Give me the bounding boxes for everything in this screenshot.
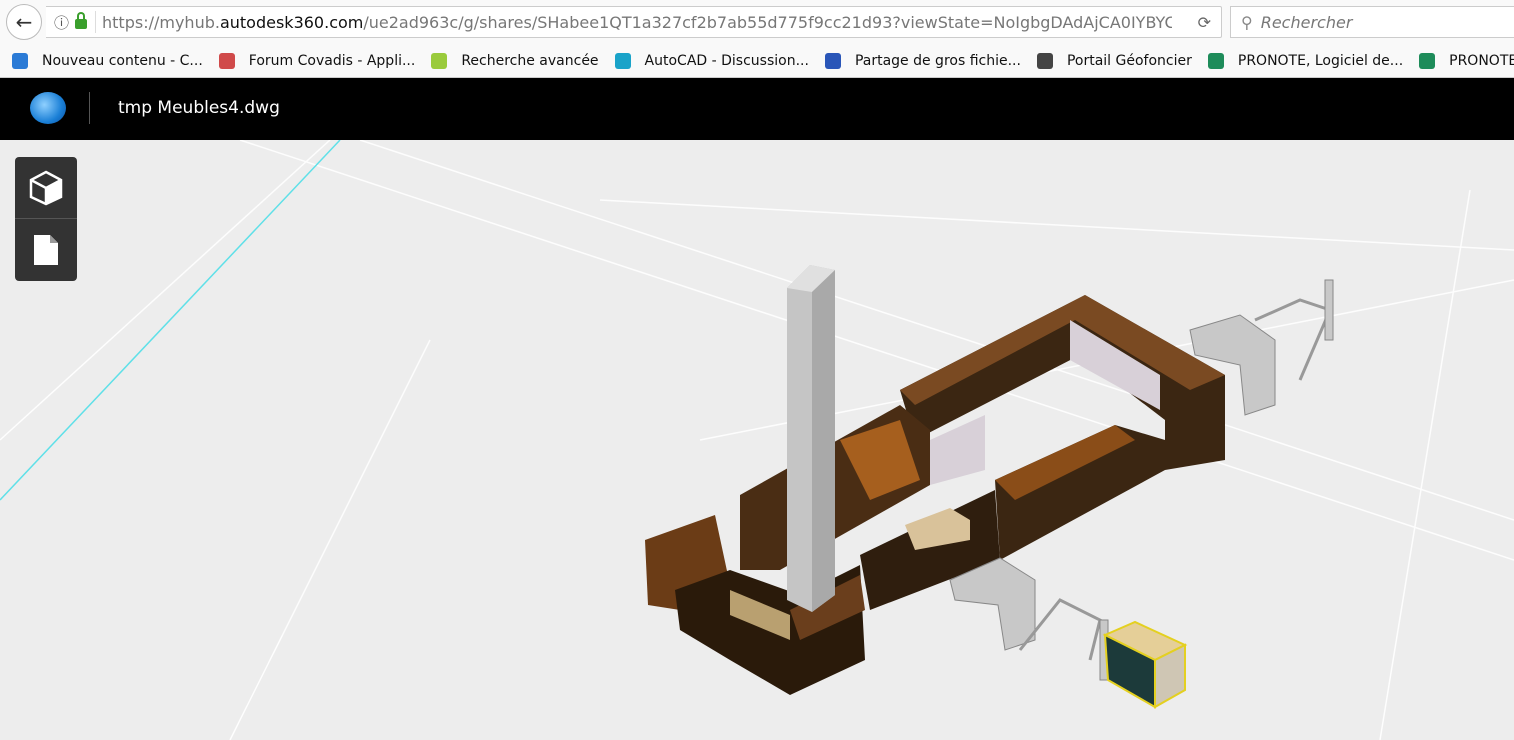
not-icon [1419, 52, 1436, 69]
bookmark-item[interactable]: Forum Covadis - Appli... [218, 52, 416, 69]
bookmark-item[interactable]: Recherche avancée [431, 52, 599, 69]
bookmark-label: Portail Géofoncier [1066, 52, 1192, 69]
3d-view-button[interactable] [15, 157, 77, 219]
back-button[interactable]: ← [6, 4, 42, 40]
divider [89, 92, 90, 124]
bookmark-item[interactable]: Nouveau contenu - C... [12, 52, 203, 69]
p-icon [824, 52, 841, 69]
url-text[interactable]: https://myhub.autodesk360.com/ue2ad963c/… [102, 13, 1172, 32]
covadis-icon [218, 52, 235, 69]
search-icon: ⚲ [1241, 12, 1253, 32]
reload-icon[interactable]: ⟳ [1198, 13, 1211, 32]
kiosk [1102, 620, 1188, 709]
bookmark-item[interactable]: PRONOTE, Logiciel de... [1207, 52, 1404, 69]
bookmark-item[interactable]: Partage de gros fichie... [824, 52, 1021, 69]
app-header: tmp Meubles4.dwg [0, 78, 1514, 140]
bookmark-label: Nouveau contenu - C... [42, 52, 203, 69]
bookmark-label: PRONOTE, Logiciel de... [1237, 52, 1404, 69]
autodesk-icon [614, 52, 631, 69]
address-bar[interactable]: ⓘ https://myhub.autodesk360.com/ue2ad963… [46, 6, 1222, 38]
document-icon [34, 235, 58, 265]
bookmark-label: PRONOTE, Logiciel de... [1449, 52, 1514, 69]
bookmark-item[interactable]: Portail Géofoncier [1036, 52, 1192, 69]
bookmarks-bar: Nouveau contenu - C... Forum Covadis - Ap… [0, 44, 1514, 78]
bookmark-label: Recherche avancée [461, 52, 599, 69]
not-icon [1207, 52, 1224, 69]
cube-icon [29, 170, 63, 205]
3d-model-scene[interactable] [0, 140, 1514, 740]
leaf-icon [431, 52, 448, 69]
divider [95, 11, 97, 33]
bookmark-item[interactable]: PRONOTE, Logiciel de... [1419, 52, 1514, 69]
bookmark-label: Forum Covadis - Appli... [248, 52, 416, 69]
info-icon[interactable]: ⓘ [54, 12, 69, 33]
g-icon [1036, 52, 1053, 69]
autodesk360-logo[interactable] [30, 92, 66, 124]
v-icon [12, 52, 28, 69]
file-title: tmp Meubles4.dwg [118, 98, 280, 118]
sheets-button[interactable] [15, 219, 77, 281]
browser-toolbar: ← ⓘ https://myhub.autodesk360.com/ue2ad9… [0, 0, 1514, 44]
bookmark-label: Partage de gros fichie... [854, 52, 1021, 69]
column [787, 265, 835, 612]
viewer-toolbar [15, 157, 77, 281]
bookmark-item[interactable]: AutoCAD - Discussion... [614, 52, 809, 69]
lock-icon [75, 12, 88, 29]
bookmark-label: AutoCAD - Discussion... [644, 52, 809, 69]
search-input[interactable]: ⚲ Rechercher [1230, 6, 1514, 38]
